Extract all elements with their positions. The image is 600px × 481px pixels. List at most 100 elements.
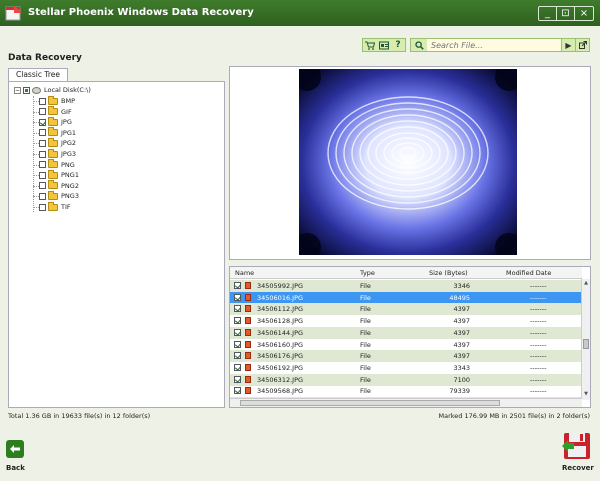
close-button[interactable]: × (575, 7, 593, 20)
folder-label: BMP (61, 97, 75, 105)
hscroll-thumb[interactable] (240, 400, 500, 406)
search-input[interactable] (427, 39, 561, 51)
folder-label: JPG2 (61, 139, 77, 148)
table-row[interactable]: 34506016.JPG File 48495 ------- (230, 291, 582, 304)
tree-folder-row[interactable]: JPG2 (39, 137, 77, 148)
folder-checkbox[interactable] (39, 171, 46, 179)
table-row[interactable]: 34506192.JPG File 3343 ------- (230, 362, 582, 374)
table-row[interactable]: 34506112.JPG File 4397 ------- (230, 303, 582, 316)
col-name-header[interactable]: Name (235, 269, 254, 277)
minimize-button[interactable]: _ (539, 7, 557, 20)
file-date: ------- (530, 387, 547, 396)
row-checkbox[interactable] (234, 375, 241, 383)
file-name: 34506192.JPG (257, 363, 304, 372)
root-checkbox[interactable] (23, 86, 30, 94)
tab-classic-tree[interactable]: Classic Tree (8, 68, 68, 81)
folder-checkbox[interactable] (39, 118, 46, 126)
folder-checkbox[interactable] (39, 129, 46, 137)
back-button[interactable] (6, 440, 24, 458)
folder-icon (48, 116, 58, 126)
register-icon[interactable] (377, 39, 391, 51)
folder-icon (48, 190, 58, 200)
tree-root-row[interactable]: − Local Disk(C:\) (14, 85, 91, 95)
file-date: ------- (530, 340, 547, 349)
file-icon (245, 340, 251, 348)
file-size: 3346 (453, 282, 470, 290)
tree-folder-row[interactable]: PNG1 (39, 169, 79, 180)
tree-folder-row[interactable]: JPG1 (39, 127, 77, 138)
file-date: ------- (530, 328, 547, 337)
vertical-scrollbar[interactable]: ▲ ▼ (581, 279, 590, 400)
folder-checkbox[interactable] (39, 203, 46, 211)
row-checkbox[interactable] (234, 293, 241, 301)
row-checkbox[interactable] (234, 352, 241, 360)
folder-checkbox[interactable] (39, 161, 46, 169)
tree-folder-row[interactable]: BMP (39, 95, 75, 106)
file-icon (245, 387, 251, 395)
folder-label: JPG3 (61, 150, 77, 158)
back-arrow-icon (10, 445, 20, 453)
status-marked: Marked 176.99 MB in 2501 file(s) in 2 fo… (438, 412, 590, 420)
row-checkbox[interactable] (234, 317, 241, 325)
status-total: Total 1.36 GB in 19633 file(s) in 12 fol… (8, 412, 151, 420)
table-row[interactable]: 34506144.JPG File 4397 ------- (230, 326, 582, 339)
table-row[interactable]: 34506312.JPG File 7100 ------- (230, 373, 582, 386)
folder-checkbox[interactable] (39, 139, 46, 147)
table-row[interactable]: 34505992.JPG File 3346 ------- (230, 280, 582, 292)
file-icon (245, 317, 251, 325)
tree-folder-row[interactable]: PNG (39, 159, 75, 170)
table-row[interactable]: 34506176.JPG File 4397 ------- (230, 350, 582, 363)
help-button[interactable]: ? (391, 39, 405, 51)
collapse-icon[interactable]: − (14, 86, 21, 94)
tree-folder-row[interactable]: JPG (39, 116, 72, 127)
file-type: File (360, 305, 371, 314)
tree-folder-row[interactable]: TIF (39, 201, 71, 212)
file-date: ------- (530, 317, 547, 326)
file-type: File (360, 317, 371, 326)
search-icon[interactable] (411, 39, 427, 51)
root-label: Local Disk(C:\) (44, 86, 91, 94)
tree-folder-row[interactable]: PNG2 (39, 180, 79, 191)
tree-folder-row[interactable]: GIF (39, 106, 72, 117)
open-external-icon[interactable] (575, 39, 589, 51)
folder-icon (48, 159, 58, 169)
folder-checkbox[interactable] (39, 192, 46, 200)
folder-label: JPG1 (61, 128, 77, 137)
folder-checkbox[interactable] (39, 150, 46, 158)
folder-checkbox[interactable] (39, 182, 46, 190)
col-type-header[interactable]: Type (360, 269, 375, 277)
folder-checkbox[interactable] (39, 97, 46, 105)
row-checkbox[interactable] (234, 305, 241, 313)
maximize-button[interactable]: ⊡ (557, 7, 575, 20)
col-size-header[interactable]: Size (Bytes) (429, 269, 468, 277)
scroll-thumb[interactable] (583, 339, 589, 349)
folder-icon (48, 201, 58, 211)
window-controls: _ ⊡ × (538, 6, 594, 21)
table-row[interactable]: 34509568.JPG File 79339 ------- (230, 385, 582, 397)
row-checkbox[interactable] (234, 387, 241, 395)
folder-icon (48, 106, 58, 116)
file-name: 34506128.JPG (257, 317, 304, 326)
tree-folder-row[interactable]: PNG3 (39, 190, 79, 201)
horizontal-scrollbar[interactable] (230, 398, 582, 407)
folder-checkbox[interactable] (39, 108, 46, 116)
table-row[interactable]: 34506128.JPG File 4397 ------- (230, 315, 582, 327)
table-row[interactable]: 34506160.JPG File 4397 ------- (230, 339, 582, 351)
recover-button[interactable] (560, 430, 594, 462)
section-title: Data Recovery (8, 53, 82, 63)
file-name: 34509568.JPG (257, 387, 304, 396)
main-content: ? ▶ Data Recovery Classic Tree − Local D… (0, 26, 600, 481)
row-checkbox[interactable] (234, 328, 241, 336)
scroll-down-icon[interactable]: ▼ (582, 391, 590, 399)
row-checkbox[interactable] (234, 282, 241, 289)
row-checkbox[interactable] (234, 363, 241, 371)
file-date: ------- (530, 293, 547, 302)
file-icon (245, 328, 251, 336)
file-size: 4397 (453, 305, 470, 314)
scroll-up-icon[interactable]: ▲ (582, 280, 590, 288)
tree-folder-row[interactable]: JPG3 (39, 148, 77, 159)
search-go-button[interactable]: ▶ (561, 39, 575, 51)
cart-icon[interactable] (363, 39, 377, 51)
col-date-header[interactable]: Modified Date (506, 269, 551, 277)
row-checkbox[interactable] (234, 340, 241, 348)
